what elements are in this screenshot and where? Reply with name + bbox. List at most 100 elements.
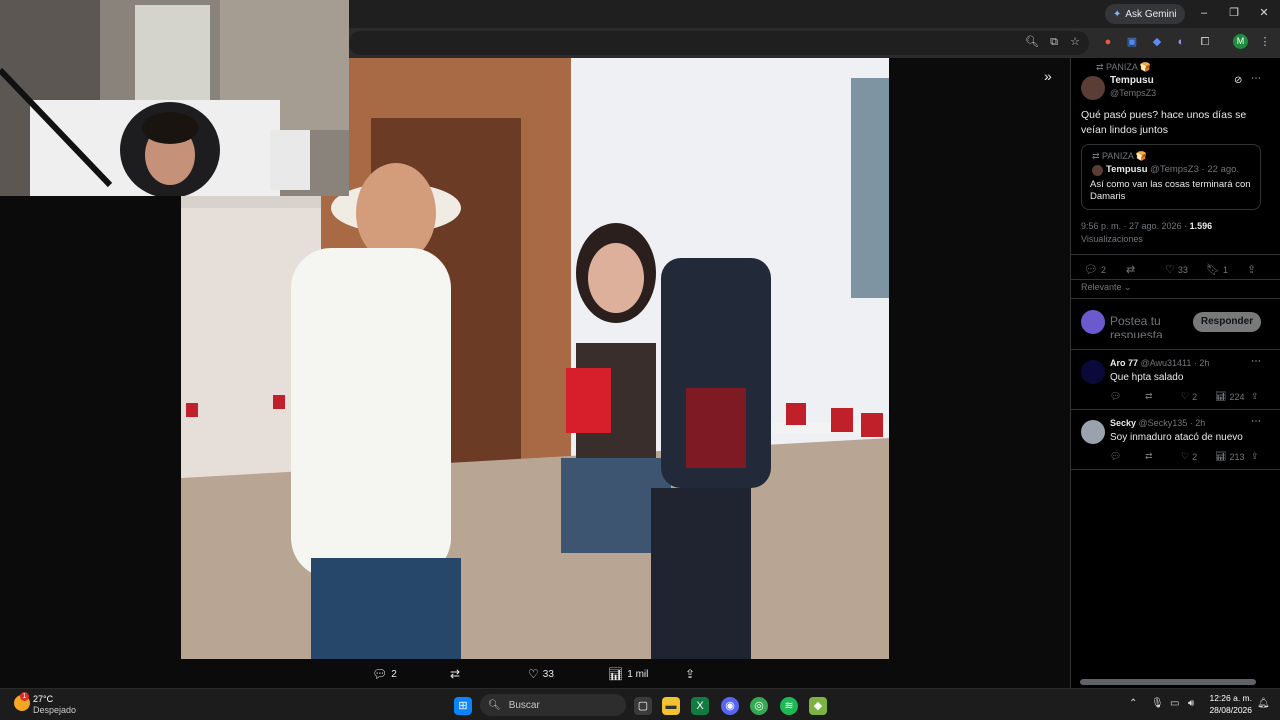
expand-panel-icon[interactable]: » [1044,68,1052,84]
clock-date[interactable]: 28/08/2026 [1206,705,1252,715]
weather-desc[interactable]: Despejado [33,705,76,715]
divider [1071,279,1280,280]
chevron-down-icon: ⌄ [1124,282,1132,292]
reply-submit-button[interactable]: Responder [1193,312,1261,332]
divider [1071,409,1280,410]
network-icon[interactable]: ▭ [1170,698,1179,709]
heart-icon: ♡ [528,667,539,681]
reply-views-action[interactable]: 📊︎ 224 [1215,391,1244,402]
bookmark-action[interactable]: 🔖︎ 1 [1206,263,1228,276]
author-avatar[interactable] [1081,76,1105,100]
repost-icon: ⇄ [1145,451,1153,461]
discord-icon[interactable]: ◉ [721,697,739,715]
extensions-puzzle-icon[interactable]: ⧠ [1198,35,1212,49]
more-options-icon[interactable]: ⋯ [1251,356,1261,367]
browser-menu-icon[interactable]: ⋮ [1258,35,1272,49]
post-timestamp[interactable]: 9:56 p. m. · 27 ago. 2026 · [1081,221,1187,231]
divider [1071,254,1280,255]
more-options-icon[interactable]: ⋯ [1251,416,1261,427]
post-detail-panel: ⇄ PANIZA 🍞 Tempusu @TempsZ3 ⊘ ⋯ Qué pasó… [1070,58,1280,688]
file-explorer-icon[interactable]: ▬ [662,697,680,715]
chrome-icon[interactable]: ◎ [750,697,768,715]
microphone-icon[interactable]: 🎙︎ [1151,698,1164,709]
more-options-icon[interactable]: ⋯ [1251,73,1261,84]
translate-extension-icon[interactable]: ▣ [1125,35,1139,49]
reply-icon: 💬︎ [1110,451,1122,461]
reply-author-name[interactable]: Aro 77 [1110,358,1138,368]
media-share-action[interactable]: ⇪ [685,666,695,682]
weather-temp[interactable]: 27°C [33,694,53,704]
reply-input[interactable]: Postea tu respuesta [1110,314,1190,338]
author-name[interactable]: Tempusu [1110,75,1154,86]
reply-reply-action[interactable]: 💬︎ [1110,451,1121,462]
notification-badge: 1 [20,692,29,701]
reply-like-action[interactable]: ♡ 2 [1181,451,1197,462]
zoom-icon[interactable]: 🔍︎ [1025,35,1039,49]
task-view-icon[interactable]: ▢ [634,697,652,715]
minimize-icon[interactable]: – [1197,6,1211,20]
notifications-bell-icon[interactable]: 🔔︎ [1257,698,1270,709]
extension-4-icon[interactable]: ◐ [1174,35,1188,49]
repost-action[interactable]: ⇄ [1126,263,1135,276]
close-icon[interactable]: ✕ [1257,6,1271,20]
reply-icon: 💬︎ [1084,264,1098,276]
taskbar: 1 27°C Despejado ⊞ 🔍︎ Buscar ▢ ▬ X ◉ ◎ ≋… [0,688,1280,720]
reply-views-count: 224 [1229,391,1245,402]
reply-repost-action[interactable]: ⇄ [1145,451,1153,462]
quote-author-name: Tempusu [1106,164,1148,175]
heart-icon: ♡ [1165,264,1175,276]
reply-reply-action[interactable]: 💬︎ [1110,391,1121,402]
grok-icon[interactable]: ⊘ [1234,75,1242,86]
share-action[interactable]: ⇪ [1247,263,1256,276]
extension-1-icon[interactable]: ● [1101,35,1115,49]
media-views-count: 1 mil [627,668,649,680]
excel-icon[interactable]: X [691,697,709,715]
restore-icon[interactable]: ❐ [1227,6,1241,20]
media-like-action[interactable]: ♡ 33 [528,666,554,682]
reply-like-action[interactable]: ♡ 2 [1181,391,1197,402]
post-views-label: Visualizaciones [1081,234,1143,244]
search-icon: 🔍︎ [488,699,501,711]
reply-avatar[interactable] [1081,360,1105,384]
taskbar-search[interactable]: 🔍︎ Buscar [480,694,626,716]
reply-share-action[interactable]: ⇪ [1251,451,1259,462]
quote-meta: @TempsZ3 · 22 ago. [1150,164,1240,175]
chevron-up-icon[interactable]: ⌃ [1129,698,1137,709]
reply-views-action[interactable]: 📊︎ 213 [1215,451,1244,462]
media-repost-action[interactable]: ⇄ [450,666,460,682]
volume-icon[interactable]: 🔊︎ [1188,698,1194,709]
quoted-post[interactable]: ⇄ PANIZA 🍞 Tempusu @TempsZ3 · 22 ago. As… [1081,144,1261,210]
ask-gemini-button[interactable]: ✦ Ask Gemini [1105,4,1185,24]
reply-share-action[interactable]: ⇪ [1251,391,1259,402]
spotify-icon[interactable]: ≋ [780,697,798,715]
post-views-count: 1.596 [1189,221,1213,231]
quote-text: Así como van las cosas terminará con Dam… [1090,179,1251,202]
reply-author-name[interactable]: Secky [1110,418,1136,428]
app-icon[interactable]: ◆ [809,697,827,715]
media-views-action[interactable]: 📊︎ 1 mil [608,666,648,682]
views-chart-icon: 📊︎ [1215,451,1227,461]
clock-time[interactable]: 12:26 a. m. [1208,693,1252,703]
ask-gemini-label: Ask Gemini [1125,8,1177,20]
shield-extension-icon[interactable]: ◆ [1150,35,1164,49]
reply-avatar[interactable] [1081,420,1105,444]
media-reply-count: 2 [391,668,397,680]
horizontal-scrollbar[interactable] [1080,679,1256,685]
reply-repost-action[interactable]: ⇄ [1145,391,1153,402]
reply-like-count: 2 [1192,391,1198,402]
windows-start-icon[interactable]: ⊞ [454,697,472,715]
install-app-icon[interactable]: ⧉ [1047,35,1061,49]
bookmark-star-icon[interactable]: ☆ [1068,35,1082,49]
quote-repost-indicator: ⇄ PANIZA 🍞 [1092,151,1148,161]
reply-text: Que hpta salado [1110,372,1184,383]
bookmark-count: 1 [1222,264,1228,275]
author-handle[interactable]: @TempsZ3 [1110,88,1156,98]
address-bar[interactable] [349,31,1089,55]
sort-dropdown[interactable]: Relevante ⌄ [1081,282,1132,293]
reply-text: Soy inmaduro atacó de nuevo [1110,432,1243,443]
reply-action[interactable]: 💬︎ 2 [1084,263,1106,276]
like-action[interactable]: ♡ 33 [1165,263,1188,276]
reply-like-count: 2 [1192,451,1198,462]
profile-avatar[interactable]: M [1233,34,1248,49]
media-reply-action[interactable]: 💬︎ 2 [372,666,397,682]
